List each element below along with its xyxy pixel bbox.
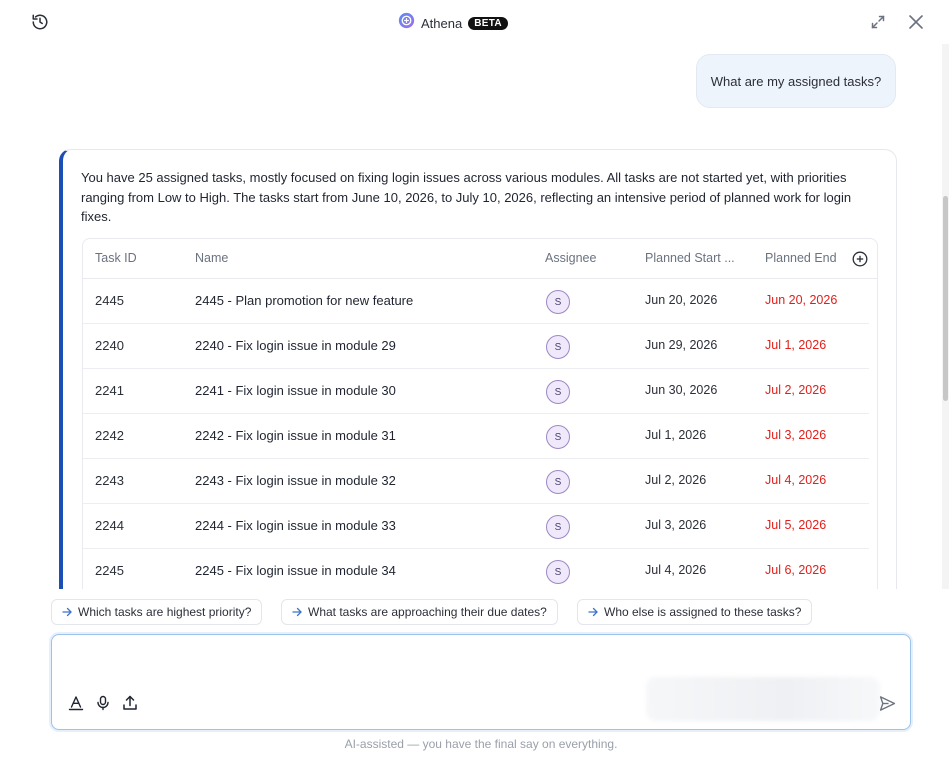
assistant-answer: You have 25 assigned tasks, mostly focus… xyxy=(59,149,897,589)
column-header-name[interactable]: Name xyxy=(195,251,228,265)
planned-start-cell: Jul 4, 2026 xyxy=(645,563,707,577)
task-name-cell[interactable]: 2241 - Fix login issue in module 30 xyxy=(195,383,396,398)
task-name-cell[interactable]: 2243 - Fix login issue in module 32 xyxy=(195,473,396,488)
assignee-avatar[interactable]: S xyxy=(546,425,570,449)
upload-icon[interactable] xyxy=(120,693,140,713)
planned-end-cell: Jul 6, 2026 xyxy=(765,563,827,577)
planned-end-cell: Jul 3, 2026 xyxy=(765,428,827,442)
task-name-cell[interactable]: 2244 - Fix login issue in module 33 xyxy=(195,518,396,533)
arrow-right-icon xyxy=(292,607,302,617)
task-name-cell[interactable]: 2242 - Fix login issue in module 31 xyxy=(195,428,396,443)
assignee-avatar[interactable]: S xyxy=(546,380,570,404)
planned-start-cell: Jul 3, 2026 xyxy=(645,518,707,532)
suggestion-label: Which tasks are highest priority? xyxy=(78,605,252,619)
planned-end-cell: Jul 4, 2026 xyxy=(765,473,827,487)
blurred-region xyxy=(646,677,880,721)
task-id-cell: 2244 xyxy=(95,518,124,533)
table-row[interactable]: 2445 2445 - Plan promotion for new featu… xyxy=(83,279,869,324)
assignee-avatar[interactable]: S xyxy=(546,560,570,584)
chat-header: Athena BETA xyxy=(0,0,949,44)
add-column-icon[interactable] xyxy=(852,251,868,267)
task-id-cell: 2242 xyxy=(95,428,124,443)
column-header-assignee[interactable]: Assignee xyxy=(545,251,596,265)
task-name-cell[interactable]: 2445 - Plan promotion for new feature xyxy=(195,293,413,308)
athena-logo-icon xyxy=(398,12,415,34)
task-id-cell: 2243 xyxy=(95,473,124,488)
assignee-avatar[interactable]: S xyxy=(546,335,570,359)
task-id-cell: 2245 xyxy=(95,563,124,578)
planned-end-cell: Jul 2, 2026 xyxy=(765,383,827,397)
table-header: Task ID Name Assignee Planned Start ... … xyxy=(83,239,877,279)
assignee-avatar[interactable]: S xyxy=(546,515,570,539)
answer-summary: You have 25 assigned tasks, mostly focus… xyxy=(81,170,852,224)
tasks-table: Task ID Name Assignee Planned Start ... … xyxy=(82,238,878,589)
user-message: What are my assigned tasks? xyxy=(696,54,896,108)
task-name-cell[interactable]: 2240 - Fix login issue in module 29 xyxy=(195,338,396,353)
send-icon[interactable] xyxy=(876,692,898,714)
planned-start-cell: Jun 30, 2026 xyxy=(645,383,718,397)
app-title: Athena xyxy=(421,15,463,31)
task-id-cell: 2445 xyxy=(95,293,124,308)
table-row[interactable]: 2245 2245 - Fix login issue in module 34… xyxy=(83,549,869,589)
assignee-avatar[interactable]: S xyxy=(546,470,570,494)
suggestion-chip-priority[interactable]: Which tasks are highest priority? xyxy=(51,599,263,625)
history-icon[interactable] xyxy=(28,10,52,34)
table-row[interactable]: 2242 2242 - Fix login issue in module 31… xyxy=(83,414,869,459)
table-row[interactable]: 2244 2244 - Fix login issue in module 33… xyxy=(83,504,869,549)
suggestion-chip-due-dates[interactable]: What tasks are approaching their due dat… xyxy=(281,599,558,625)
suggestion-label: What tasks are approaching their due dat… xyxy=(308,605,547,619)
table-body: 2445 2445 - Plan promotion for new featu… xyxy=(83,279,877,589)
brand: Athena BETA xyxy=(398,12,508,34)
task-name-cell[interactable]: 2245 - Fix login issue in module 34 xyxy=(195,563,396,578)
arrow-right-icon xyxy=(62,607,72,617)
table-row[interactable]: 2241 2241 - Fix login issue in module 30… xyxy=(83,369,869,414)
beta-badge: BETA xyxy=(468,16,508,30)
text-format-icon[interactable] xyxy=(66,693,86,713)
assignee-avatar[interactable]: S xyxy=(546,290,570,314)
task-id-cell: 2240 xyxy=(95,338,124,353)
planned-end-cell: Jul 1, 2026 xyxy=(765,338,827,352)
microphone-icon[interactable] xyxy=(93,693,113,713)
planned-start-cell: Jun 29, 2026 xyxy=(645,338,718,352)
scrollbar-thumb[interactable] xyxy=(943,196,948,401)
column-header-task-id[interactable]: Task ID xyxy=(95,251,137,265)
column-header-planned-end[interactable]: Planned End xyxy=(765,251,837,265)
planned-start-cell: Jun 20, 2026 xyxy=(645,293,718,307)
close-icon[interactable] xyxy=(904,10,928,34)
planned-end-cell: Jun 20, 2026 xyxy=(765,293,838,307)
planned-end-cell: Jul 5, 2026 xyxy=(765,518,827,532)
suggestion-label: Who else is assigned to these tasks? xyxy=(604,605,802,619)
ai-disclaimer: AI-assisted — you have the final say on … xyxy=(344,737,618,751)
task-id-cell: 2241 xyxy=(95,383,124,398)
chat-scrollbar[interactable] xyxy=(942,44,949,589)
suggestion-chip-assignees[interactable]: Who else is assigned to these tasks? xyxy=(577,599,813,625)
message-input[interactable] xyxy=(66,647,886,677)
planned-start-cell: Jul 1, 2026 xyxy=(645,428,707,442)
message-composer xyxy=(51,634,911,730)
planned-start-cell: Jul 2, 2026 xyxy=(645,473,707,487)
expand-icon[interactable] xyxy=(866,10,890,34)
table-row[interactable]: 2240 2240 - Fix login issue in module 29… xyxy=(83,324,869,369)
arrow-right-icon xyxy=(588,607,598,617)
column-header-planned-start[interactable]: Planned Start ... xyxy=(645,251,735,265)
table-row[interactable]: 2243 2243 - Fix login issue in module 32… xyxy=(83,459,869,504)
